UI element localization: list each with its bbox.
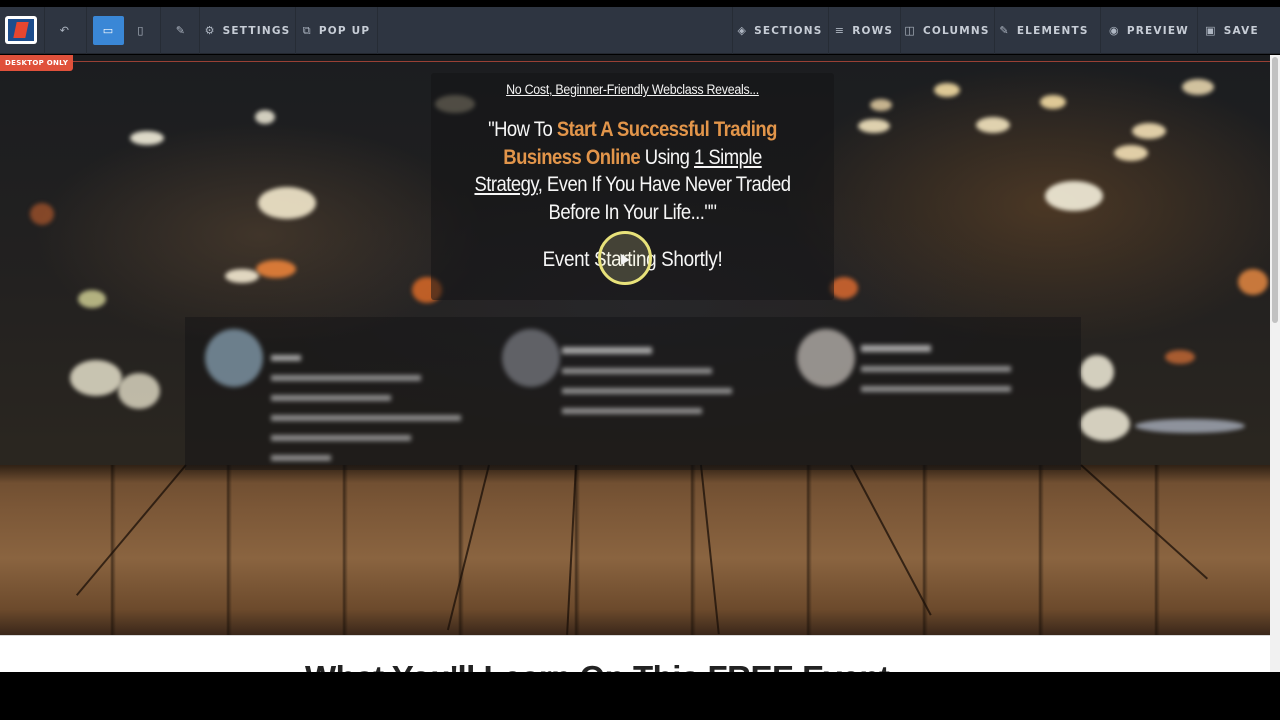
columns-icon: ◫ <box>904 24 916 37</box>
undo-button[interactable]: ↶ <box>52 16 78 45</box>
toolbar-divider <box>732 7 733 54</box>
rows-button[interactable]: ≡ ROWS <box>832 16 896 45</box>
bokeh-light <box>830 277 858 299</box>
bokeh-light <box>130 131 164 145</box>
undo-icon: ↶ <box>59 24 71 37</box>
toolbar-divider <box>900 7 901 54</box>
save-icon: ▣ <box>1205 24 1217 37</box>
presenter-bio-blur <box>562 347 772 414</box>
bokeh-light <box>934 83 960 97</box>
toolbar-divider <box>86 7 87 54</box>
bokeh-light <box>1165 350 1195 364</box>
bokeh-light <box>1238 269 1268 295</box>
mobile-icon: ▯ <box>137 24 145 37</box>
toolbar-divider <box>1197 7 1198 54</box>
bokeh-light <box>225 269 259 283</box>
bokeh-light <box>1182 79 1214 95</box>
bokeh-light <box>78 290 106 308</box>
save-label: SAVE <box>1223 24 1259 37</box>
bokeh-light <box>1045 181 1103 211</box>
columns-label: COLUMNS <box>922 24 990 37</box>
wrench-icon: ✎ <box>175 24 187 37</box>
sections-label: SECTIONS <box>754 24 823 37</box>
desktop-icon: ▭ <box>102 24 115 37</box>
rows-label: ROWS <box>852 24 894 37</box>
bokeh-light <box>256 260 296 278</box>
eye-icon: ◉ <box>1109 24 1120 37</box>
bokeh-light <box>258 187 316 219</box>
presenter-card <box>185 317 485 470</box>
bokeh-light <box>1080 355 1114 389</box>
headline-part: "How To <box>488 118 557 141</box>
popup-label: POP UP <box>318 24 371 37</box>
tools-button[interactable]: ✎ <box>167 16 195 45</box>
bokeh-light <box>1080 407 1130 441</box>
editor-window: ↶ ▭ ▯ ✎ ⚙ SETTINGS ⧉ POP UP ◈ SECTIONS ≡… <box>0 0 1280 720</box>
avatar <box>502 329 560 387</box>
scrollbar-thumb[interactable] <box>1272 57 1278 323</box>
toolbar-divider <box>994 7 995 54</box>
headline-part: , Even If You Have Never Traded Before I… <box>537 173 791 224</box>
bokeh-light <box>118 373 160 409</box>
save-button[interactable]: ▣ SAVE <box>1201 16 1263 45</box>
elements-label: ELEMENTS <box>1016 24 1089 37</box>
bokeh-light <box>870 99 892 111</box>
content-section[interactable]: What You'll Learn On This FREE Event <box>0 635 1270 672</box>
columns-button[interactable]: ◫ COLUMNS <box>904 16 990 45</box>
elements-button[interactable]: ✎ ELEMENTS <box>998 16 1090 45</box>
desktop-view-button[interactable]: ▭ <box>93 16 124 45</box>
bokeh-light <box>1132 123 1166 139</box>
avatar <box>797 329 855 387</box>
bokeh-light <box>976 117 1010 133</box>
toolbar-divider <box>828 7 829 54</box>
app-logo[interactable] <box>5 16 37 44</box>
toolbar-divider <box>377 7 378 54</box>
editor-guide-line <box>0 61 1270 62</box>
toolbar-divider <box>295 7 296 54</box>
sections-button[interactable]: ◈ SECTIONS <box>736 16 824 45</box>
presenters-row[interactable] <box>185 317 1081 470</box>
presenter-bio-blur <box>861 345 1071 392</box>
rows-icon: ≡ <box>834 24 846 37</box>
mobile-view-button[interactable]: ▯ <box>128 16 154 45</box>
bokeh-light <box>1040 95 1066 109</box>
main-headline[interactable]: "How To Start A Successful Trading Busin… <box>468 116 796 226</box>
bottom-strip <box>0 672 1280 720</box>
headline-part: Using <box>640 145 695 169</box>
editor-toolbar: ↶ ▭ ▯ ✎ ⚙ SETTINGS ⧉ POP UP ◈ SECTIONS ≡… <box>0 7 1280 54</box>
desktop-only-badge: DESKTOP ONLY <box>0 55 74 71</box>
external-link-icon: ⧉ <box>302 23 312 37</box>
wooden-table <box>0 465 1270 635</box>
avatar <box>205 329 263 387</box>
hero-section[interactable]: No Cost, Beginner-Friendly Webclass Reve… <box>0 55 1270 635</box>
presenter-bio-blur <box>271 355 481 461</box>
sections-icon: ◈ <box>737 24 748 37</box>
toolbar-divider <box>160 7 161 54</box>
toolbar-divider <box>199 7 200 54</box>
presenter-card <box>775 317 1075 470</box>
settings-label: SETTINGS <box>222 24 291 37</box>
preview-label: PREVIEW <box>1126 24 1189 37</box>
teaser-text: No Cost, Beginner-Friendly Webclass Reve… <box>506 82 759 97</box>
presenter-card <box>480 317 780 470</box>
bokeh-light <box>70 360 122 396</box>
popup-button[interactable]: ⧉ POP UP <box>299 16 374 45</box>
brush-icon: ✎ <box>999 24 1010 37</box>
toolbar-divider <box>44 7 45 54</box>
section-heading: What You'll Learn On This FREE Event <box>305 659 890 672</box>
bokeh-light <box>1114 145 1148 161</box>
bokeh-light <box>858 119 890 133</box>
bokeh-light <box>1135 419 1245 433</box>
toolbar-divider <box>1100 7 1101 54</box>
preview-button[interactable]: ◉ PREVIEW <box>1104 16 1194 45</box>
section-divider <box>0 635 1270 636</box>
settings-button[interactable]: ⚙ SETTINGS <box>203 16 292 45</box>
bokeh-light <box>255 110 275 124</box>
gear-icon: ⚙ <box>204 24 216 37</box>
top-strip <box>0 0 1280 7</box>
bokeh-light <box>30 203 54 225</box>
